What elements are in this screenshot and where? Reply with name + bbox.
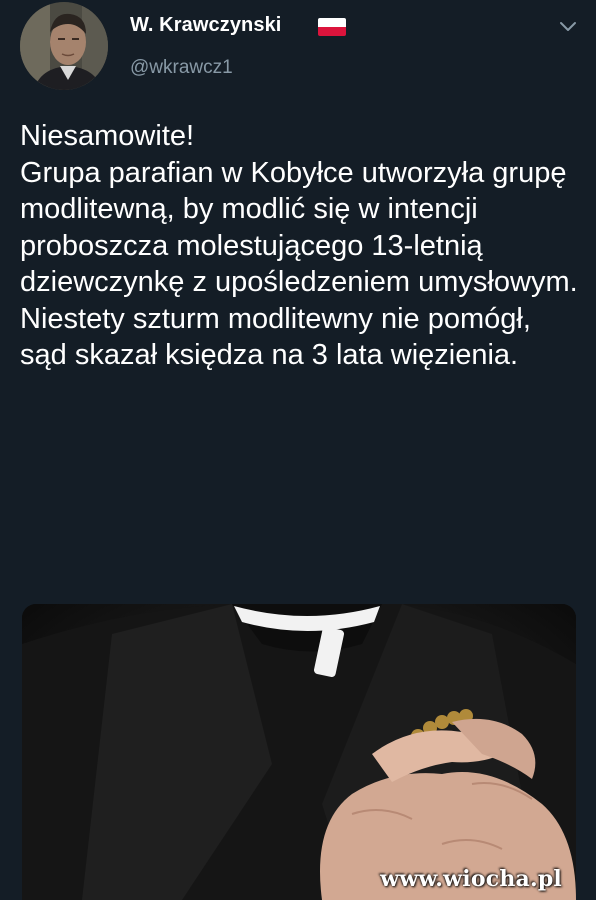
avatar-photo [20, 2, 108, 90]
author-avatar[interactable] [20, 2, 108, 90]
tweet-text: Niesamowite! Grupa parafian w Kobyłce ut… [20, 120, 578, 371]
poland-flag-icon [318, 18, 346, 36]
tweet-screenshot: W. Krawczynski @wkrawcz1 Niesamowite! Gr… [0, 0, 596, 900]
author-display-name[interactable]: W. Krawczynski [130, 14, 281, 37]
author-handle[interactable]: @wkrawcz1 [130, 57, 233, 79]
chevron-down-icon[interactable] [558, 20, 578, 34]
priest-rosary-photo [22, 604, 576, 900]
tweet-media-image[interactable]: www.wiocha.pl [22, 604, 576, 900]
watermark-text: www.wiocha.pl [380, 866, 562, 892]
